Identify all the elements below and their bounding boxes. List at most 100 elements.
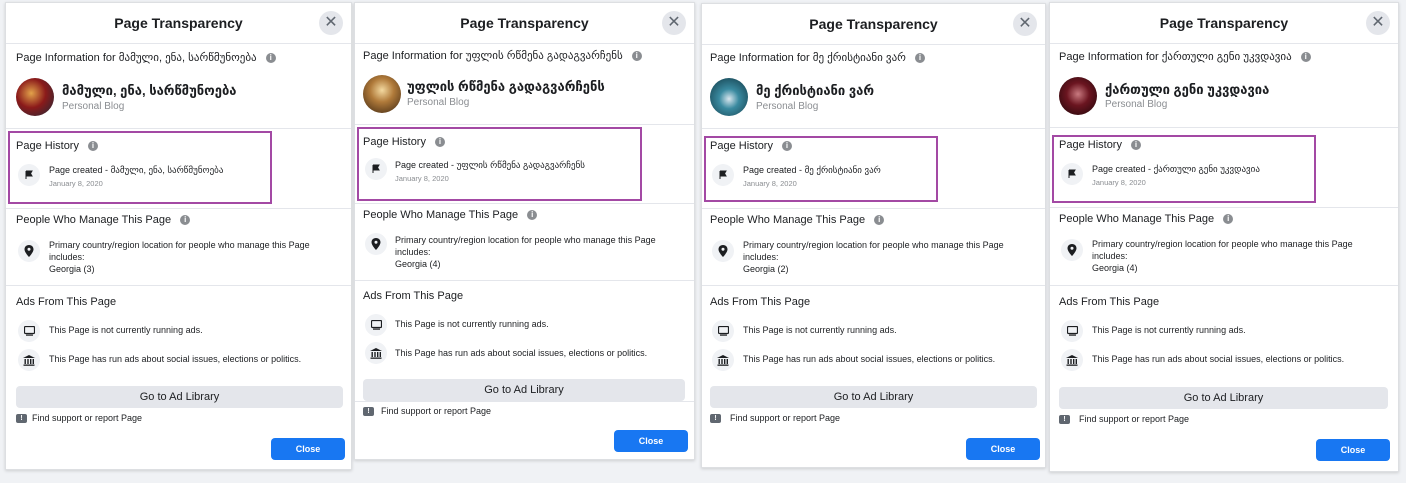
divider: [355, 124, 694, 125]
location-text-2: includes:: [1092, 251, 1128, 261]
ad-library-button[interactable]: Go to Ad Library: [710, 386, 1037, 408]
dialog-title: Page Transparency: [1159, 15, 1289, 31]
dialog-header: Page Transparency ✕: [1050, 3, 1398, 44]
ad-library-button[interactable]: Go to Ad Library: [363, 379, 685, 401]
divider: [1050, 127, 1398, 128]
avatar: [1059, 77, 1097, 115]
divider: [355, 280, 694, 281]
close-x-button[interactable]: ✕: [662, 11, 686, 35]
divider: [702, 285, 1045, 286]
bank-icon: [365, 342, 387, 364]
info-icon[interactable]: i: [435, 137, 446, 148]
divider: [702, 208, 1045, 209]
transparency-dialog-4: Page Transparency ✕ Page Information for…: [1049, 2, 1399, 472]
info-icon[interactable]: i: [180, 215, 191, 226]
find-support-link[interactable]: Find support or report Page: [1079, 414, 1189, 424]
info-icon[interactable]: i: [265, 53, 276, 64]
info-icon[interactable]: i: [874, 215, 885, 226]
divider: [6, 285, 351, 286]
flag-icon: [365, 158, 387, 180]
ad-library-button[interactable]: Go to Ad Library: [16, 386, 343, 408]
flag-icon: [712, 164, 734, 186]
close-icon: ✕: [667, 14, 681, 31]
ad-library-button[interactable]: Go to Ad Library: [1059, 387, 1388, 409]
ads-heading: Ads From This Page: [1059, 296, 1160, 308]
divider: [6, 208, 351, 209]
page-info-name: უფლის რწმენა გადაგვარჩენს: [465, 50, 623, 62]
page-info-prefix: Page Information for: [363, 50, 463, 62]
page-name: მე ქრისტიანი ვარ: [756, 83, 875, 98]
close-x-button[interactable]: ✕: [319, 11, 343, 35]
page-history-label: Page History: [710, 140, 773, 152]
info-icon[interactable]: i: [914, 53, 925, 64]
page-created-name: უფლის რწმენა გადაგვარჩენს: [456, 160, 585, 170]
dialog-header: Page Transparency ✕: [702, 4, 1045, 45]
page-history-heading: Page History i: [1059, 139, 1142, 151]
flag-icon: [1061, 163, 1083, 185]
page-info-name: მამული, ენა, სარწმუნოება: [118, 52, 257, 64]
people-manage-label: People Who Manage This Page: [363, 209, 519, 221]
page-created-text: Page created - მე ქრისტიანი ვარ: [743, 165, 881, 176]
location-country: Georgia (3): [49, 264, 95, 274]
page-category: Personal Blog: [407, 97, 470, 108]
location-pin-icon: [712, 240, 734, 262]
page-created-prefix: Page created -: [743, 165, 803, 175]
find-support-link[interactable]: Find support or report Page: [730, 413, 840, 423]
dialog-title: Page Transparency: [114, 15, 243, 31]
has-run-text: This Page has run ads about social issue…: [49, 354, 302, 364]
close-button[interactable]: Close: [1316, 439, 1390, 461]
ads-heading: Ads From This Page: [16, 296, 117, 308]
page-history-label: Page History: [16, 140, 79, 152]
dialog-header: Page Transparency ✕: [6, 3, 351, 44]
info-icon[interactable]: i: [631, 51, 642, 62]
not-running-text: This Page is not currently running ads.: [743, 325, 897, 335]
people-manage-label: People Who Manage This Page: [710, 214, 866, 226]
people-manage-label: People Who Manage This Page: [1059, 213, 1215, 225]
page-info-heading: Page Information for ქართული გენი უკვდავ…: [1059, 50, 1311, 63]
bank-icon: [712, 349, 734, 371]
ads-monitor-icon: [1061, 320, 1083, 342]
info-icon[interactable]: i: [527, 210, 538, 221]
report-icon: !: [1059, 415, 1070, 424]
close-x-button[interactable]: ✕: [1013, 12, 1037, 36]
page-created-prefix: Page created -: [1092, 164, 1152, 174]
created-date: January 8, 2020: [743, 179, 797, 188]
find-support-link[interactable]: Find support or report Page: [381, 406, 491, 416]
page-info-heading: Page Information for მამული, ენა, სარწმუ…: [16, 51, 276, 64]
page-name: ქართული გენი უკვდავია: [1105, 82, 1270, 97]
info-icon[interactable]: i: [1223, 214, 1234, 225]
close-button[interactable]: Close: [614, 430, 688, 452]
avatar: [16, 78, 54, 116]
report-icon: !: [363, 407, 374, 416]
info-icon[interactable]: i: [1300, 52, 1311, 63]
not-running-text: This Page is not currently running ads.: [395, 319, 549, 329]
location-pin-icon: [18, 240, 40, 262]
page-created-name: მე ქრისტიანი ვარ: [804, 165, 881, 175]
divider: [6, 128, 351, 129]
info-icon[interactable]: i: [782, 141, 793, 152]
divider: [1050, 285, 1398, 286]
close-button[interactable]: Close: [966, 438, 1040, 460]
close-icon: ✕: [324, 14, 338, 31]
page-name: მამული, ენა, სარწმუნოება: [62, 83, 237, 98]
info-icon[interactable]: i: [1131, 140, 1142, 151]
ads-monitor-icon: [365, 314, 387, 336]
people-manage-heading: People Who Manage This Page i: [710, 214, 885, 226]
page-created-name: მამული, ენა, სარწმუნოება: [110, 165, 224, 175]
find-support-link[interactable]: Find support or report Page: [32, 413, 142, 423]
page-history-label: Page History: [1059, 139, 1122, 151]
info-icon[interactable]: i: [88, 141, 99, 152]
flag-icon: [18, 164, 40, 186]
close-x-button[interactable]: ✕: [1366, 11, 1390, 35]
people-manage-heading: People Who Manage This Page i: [1059, 213, 1234, 225]
avatar: [710, 78, 748, 116]
close-button[interactable]: Close: [271, 438, 345, 460]
avatar: [363, 75, 401, 113]
people-manage-heading: People Who Manage This Page i: [363, 209, 538, 221]
location-country: Georgia (4): [395, 259, 441, 269]
has-run-text: This Page has run ads about social issue…: [395, 348, 648, 358]
transparency-dialog-1: Page Transparency ✕ Page Information for…: [5, 2, 352, 470]
location-text-1: Primary country/region location for peop…: [1092, 239, 1353, 249]
dialog-title: Page Transparency: [460, 15, 589, 31]
ads-monitor-icon: [712, 320, 734, 342]
